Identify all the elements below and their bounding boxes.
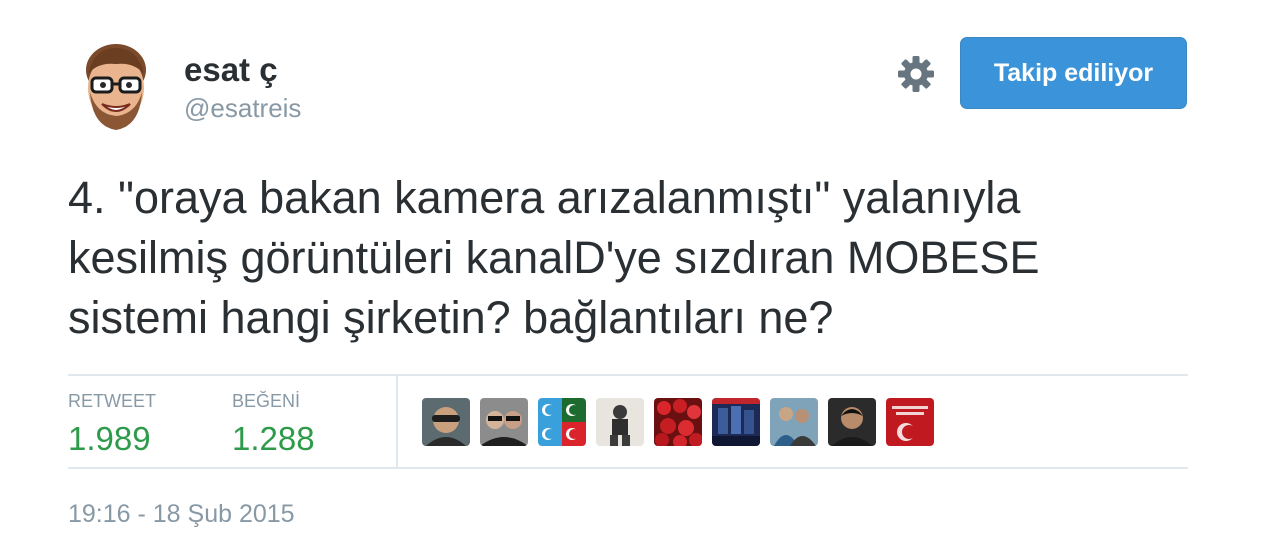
liker-avatar-4[interactable] xyxy=(596,398,644,446)
likes-count: 1.288 xyxy=(232,420,315,457)
liker-avatar-1[interactable] xyxy=(422,398,470,446)
username[interactable]: @esatreis xyxy=(184,91,301,125)
profile-avatar[interactable] xyxy=(80,40,152,132)
liker-avatar-6[interactable] xyxy=(712,398,760,446)
tweet-text: 4. "oraya bakan kamera arızalanmıştı" ya… xyxy=(68,172,1040,343)
divider-top xyxy=(68,374,1188,376)
liker-avatar-7[interactable] xyxy=(770,398,818,446)
gear-icon[interactable] xyxy=(897,55,935,93)
liker-avatar-9[interactable] xyxy=(886,398,934,446)
retweet-stat[interactable]: RETWEET 1.989 xyxy=(68,390,156,460)
following-button[interactable]: Takip ediliyor xyxy=(960,37,1187,109)
tweet-card: esat ç @esatreis Takip ediliyor 4. "oray… xyxy=(0,0,1262,560)
liker-avatar-2[interactable] xyxy=(480,398,528,446)
liker-avatar-5[interactable] xyxy=(654,398,702,446)
likes-stat[interactable]: BEĞENİ 1.288 xyxy=(232,390,315,460)
retweet-label: RETWEET xyxy=(68,391,156,411)
retweet-count: 1.989 xyxy=(68,420,151,457)
liker-avatar-3[interactable] xyxy=(538,398,586,446)
liker-avatars xyxy=(422,398,934,446)
display-name[interactable]: esat ç xyxy=(184,50,278,90)
tweet-timestamp[interactable]: 19:16 - 18 Şub 2015 xyxy=(68,498,295,530)
divider-bottom xyxy=(68,467,1188,469)
liker-avatar-8[interactable] xyxy=(828,398,876,446)
stats-divider xyxy=(396,376,398,467)
likes-label: BEĞENİ xyxy=(232,391,301,411)
